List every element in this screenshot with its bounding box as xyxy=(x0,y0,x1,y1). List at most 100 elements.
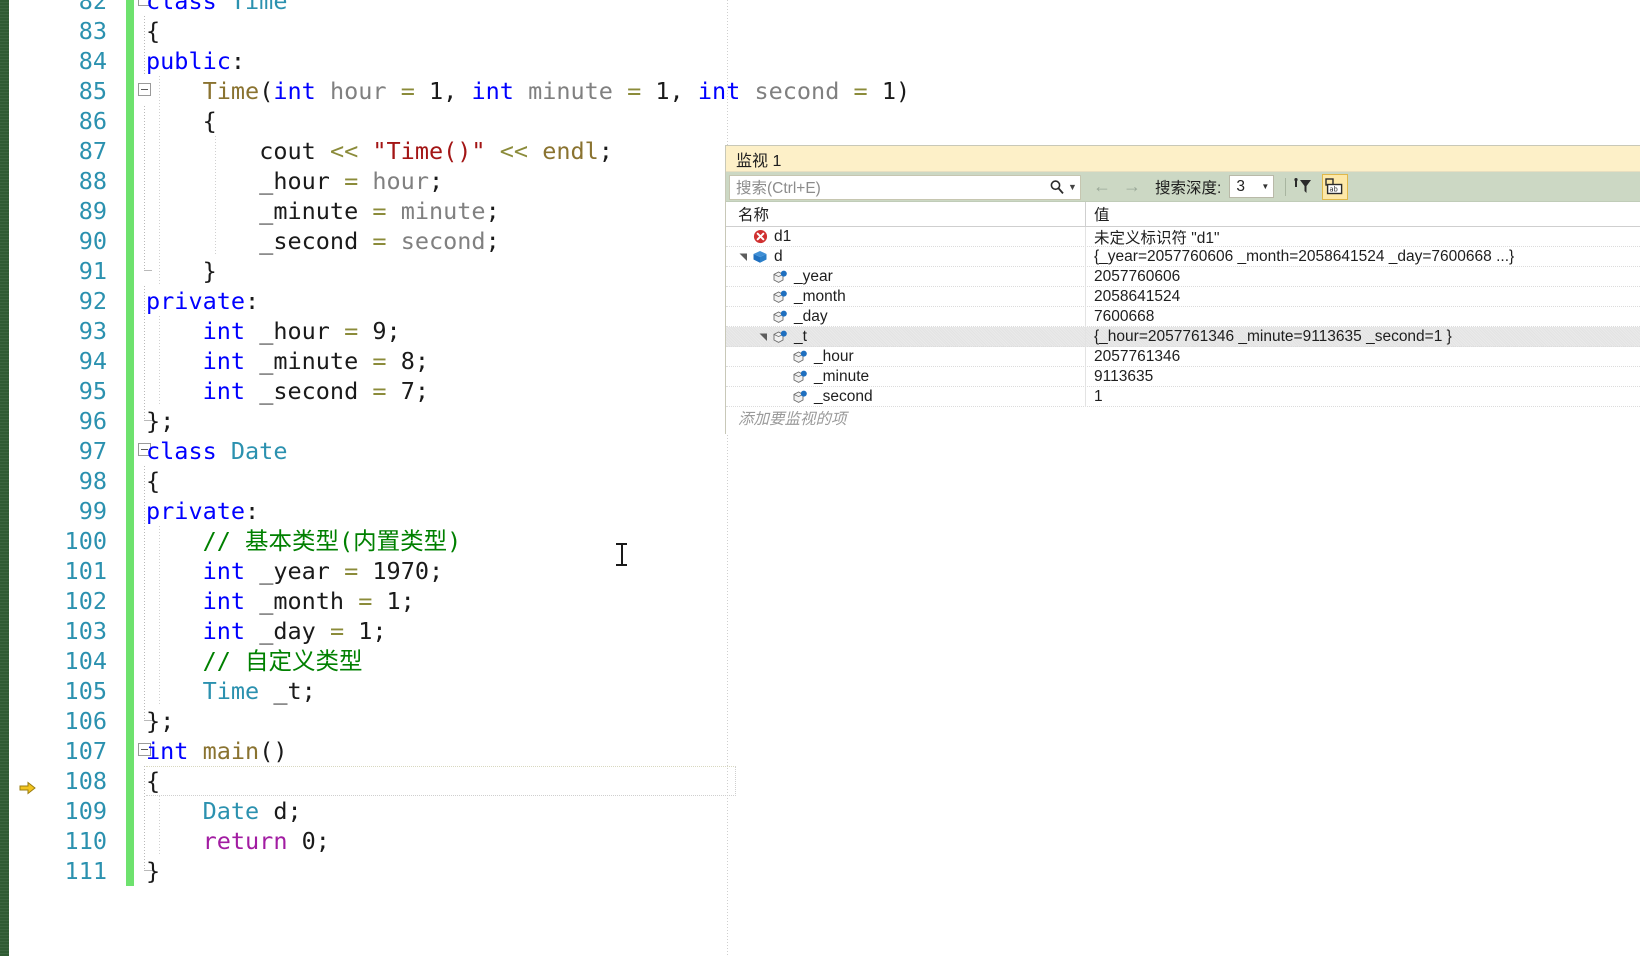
code-line[interactable]: 110 return 0; xyxy=(9,826,1640,856)
code-line[interactable]: 97 class Date xyxy=(9,436,1640,466)
code-line-text[interactable]: _minute = minute; xyxy=(146,196,500,226)
watch-grid-body[interactable]: d1 未定义标识符 "d1" d {_year=2057760606 _month=2… xyxy=(726,226,1640,407)
code-line-text[interactable]: class Date xyxy=(146,436,287,466)
watch-row-value[interactable]: 7600668 xyxy=(1086,308,1640,326)
watch-row[interactable]: _day 7600668 xyxy=(726,306,1640,327)
code-line[interactable]: 109 Date d; xyxy=(9,796,1640,826)
watch-row-name-cell[interactable]: _day xyxy=(726,306,1086,327)
code-line-text[interactable]: { xyxy=(146,766,160,796)
code-line[interactable]: 84 public: xyxy=(9,46,1640,76)
code-line[interactable]: 108{ xyxy=(9,766,1640,796)
code-line-text[interactable]: { xyxy=(146,16,160,46)
code-line-text[interactable]: public: xyxy=(146,46,245,76)
code-line-text[interactable]: int _minute = 8; xyxy=(146,346,429,376)
code-line[interactable]: 106}; xyxy=(9,706,1640,736)
search-depth-combo[interactable]: 3 ▼ xyxy=(1229,175,1275,198)
watch-row-name-cell[interactable]: _minute xyxy=(726,366,1086,387)
code-line-text[interactable]: }; xyxy=(146,406,174,436)
code-editor[interactable]: 82 class Time 83{84 public: 85 Time(int hour… xyxy=(0,0,1640,956)
search-icon[interactable] xyxy=(1046,179,1068,195)
code-line-text[interactable]: int _month = 1; xyxy=(146,586,415,616)
watch-row[interactable]: d1 未定义标识符 "d1" xyxy=(726,226,1640,248)
code-line[interactable]: 107 int main() xyxy=(9,736,1640,766)
watch-row[interactable]: _t {_hour=2057761346 _minute=9113635 _sec… xyxy=(726,326,1640,347)
code-line-text[interactable]: return 0; xyxy=(146,826,330,856)
nav-back-icon[interactable]: ← xyxy=(1093,176,1111,197)
code-line[interactable]: 86 { xyxy=(9,106,1640,136)
watch-row[interactable]: _hour 2057761346 xyxy=(726,346,1640,367)
code-line[interactable]: 111} xyxy=(9,856,1640,886)
code-line-text[interactable]: private: xyxy=(146,286,259,316)
nav-forward-icon[interactable]: → xyxy=(1123,176,1141,197)
column-header-value[interactable]: 值 xyxy=(1086,202,1640,226)
tree-expander-expanded-icon[interactable] xyxy=(736,252,750,261)
watch-row-value[interactable]: 未定义标识符 "d1" xyxy=(1086,226,1640,248)
code-line-text[interactable]: int main() xyxy=(146,736,288,766)
code-line-text[interactable]: cout << "Time()" << endl; xyxy=(146,136,613,166)
watch-window-title-bar[interactable]: 监视 1 xyxy=(726,146,1640,172)
watch-row-name-cell[interactable]: _year xyxy=(726,266,1086,287)
code-line-text[interactable]: _hour = hour; xyxy=(146,166,443,196)
watch-row-name-cell[interactable]: _second xyxy=(726,386,1086,407)
code-line-text[interactable]: _second = second; xyxy=(146,226,500,256)
code-line[interactable]: 104 // 自定义类型 xyxy=(9,646,1640,676)
watch-row-name-cell[interactable]: d xyxy=(726,246,1086,267)
code-line-text[interactable]: { xyxy=(146,466,160,496)
watch-row-value[interactable]: 2058641524 xyxy=(1086,288,1640,306)
watch-row-value[interactable]: 1 xyxy=(1086,388,1640,406)
hex-display-icon[interactable]: ab xyxy=(1322,173,1349,200)
code-line[interactable]: 101 int _year = 1970; xyxy=(9,556,1640,586)
watch-row[interactable]: _second 1 xyxy=(726,386,1640,407)
code-line[interactable]: 83 { xyxy=(9,16,1640,46)
code-line[interactable]: 85 Time(int hour = 1, int minute = 1, in… xyxy=(9,76,1640,106)
code-lines-container[interactable]: 82 class Time 83{84 public: 85 Time(int hour… xyxy=(9,0,1640,956)
watch-row-name-cell[interactable]: _t xyxy=(726,326,1086,347)
code-line-text[interactable]: Time _t; xyxy=(146,676,316,706)
watch-window[interactable]: 监视 1 搜索(Ctrl+E) ▼ ← → 搜索深度: 3 ▼ ab 名称 值 … xyxy=(725,145,1640,434)
watch-toolbar[interactable]: 搜索(Ctrl+E) ▼ ← → 搜索深度: 3 ▼ ab xyxy=(726,172,1640,202)
watch-row-value[interactable]: 9113635 xyxy=(1086,368,1640,386)
code-line-text[interactable]: // 基本类型(内置类型) xyxy=(146,526,462,556)
add-watch-item-row[interactable]: 添加要监视的项 xyxy=(726,407,1640,429)
watch-row-value[interactable]: 2057761346 xyxy=(1086,348,1640,366)
line-number: 101 xyxy=(64,557,107,585)
code-line[interactable]: 98 { xyxy=(9,466,1640,496)
watch-row[interactable]: _minute 9113635 xyxy=(726,366,1640,387)
search-dropdown-icon[interactable]: ▼ xyxy=(1068,182,1080,192)
code-line-text[interactable]: class Time xyxy=(146,0,287,16)
watch-row-name-cell[interactable]: d1 xyxy=(726,226,1086,247)
code-line-text[interactable]: } xyxy=(146,256,217,286)
watch-row[interactable]: _year 2057760606 xyxy=(726,266,1640,287)
code-line[interactable]: 82 class Time xyxy=(9,0,1640,16)
code-line[interactable]: 99 private: xyxy=(9,496,1640,526)
pin-filter-icon[interactable] xyxy=(1291,174,1317,200)
code-line-text[interactable]: // 自定义类型 xyxy=(146,646,363,676)
search-box[interactable]: 搜索(Ctrl+E) ▼ xyxy=(729,174,1081,200)
search-nav-group[interactable]: ← → xyxy=(1093,176,1141,197)
watch-row[interactable]: d {_year=2057760606 _month=2058641524 _da… xyxy=(726,246,1640,267)
code-line-text[interactable]: int _second = 7; xyxy=(146,376,429,406)
code-line-text[interactable]: }; xyxy=(146,706,174,736)
watch-row-value[interactable]: {_hour=2057761346 _minute=9113635 _secon… xyxy=(1086,328,1640,346)
search-input[interactable]: 搜索(Ctrl+E) xyxy=(730,176,1046,198)
code-line-text[interactable]: Date d; xyxy=(146,796,302,826)
code-line-text[interactable]: } xyxy=(146,856,160,886)
chevron-down-icon[interactable]: ▼ xyxy=(1257,182,1273,191)
code-line[interactable]: 105 Time _t; xyxy=(9,676,1640,706)
code-line-text[interactable]: int _hour = 9; xyxy=(146,316,401,346)
watch-row-name-cell[interactable]: _hour xyxy=(726,346,1086,367)
code-line-text[interactable]: Time(int hour = 1, int minute = 1, int s… xyxy=(146,76,911,106)
code-line[interactable]: 103 int _day = 1; xyxy=(9,616,1640,646)
code-line-text[interactable]: private: xyxy=(146,496,259,526)
code-line-text[interactable]: { xyxy=(146,106,217,136)
watch-row-value[interactable]: {_year=2057760606 _month=2058641524 _day… xyxy=(1086,248,1640,266)
column-header-name[interactable]: 名称 xyxy=(726,202,1086,226)
code-line-text[interactable]: int _day = 1; xyxy=(146,616,387,646)
watch-row[interactable]: _month 2058641524 xyxy=(726,286,1640,307)
code-line[interactable]: 100 // 基本类型(内置类型) xyxy=(9,526,1640,556)
code-line-text[interactable]: int _year = 1970; xyxy=(146,556,444,586)
code-line[interactable]: 102 int _month = 1; xyxy=(9,586,1640,616)
watch-row-value[interactable]: 2057760606 xyxy=(1086,268,1640,286)
watch-row-name-cell[interactable]: _month xyxy=(726,286,1086,307)
tree-expander-expanded-icon[interactable] xyxy=(756,332,770,341)
